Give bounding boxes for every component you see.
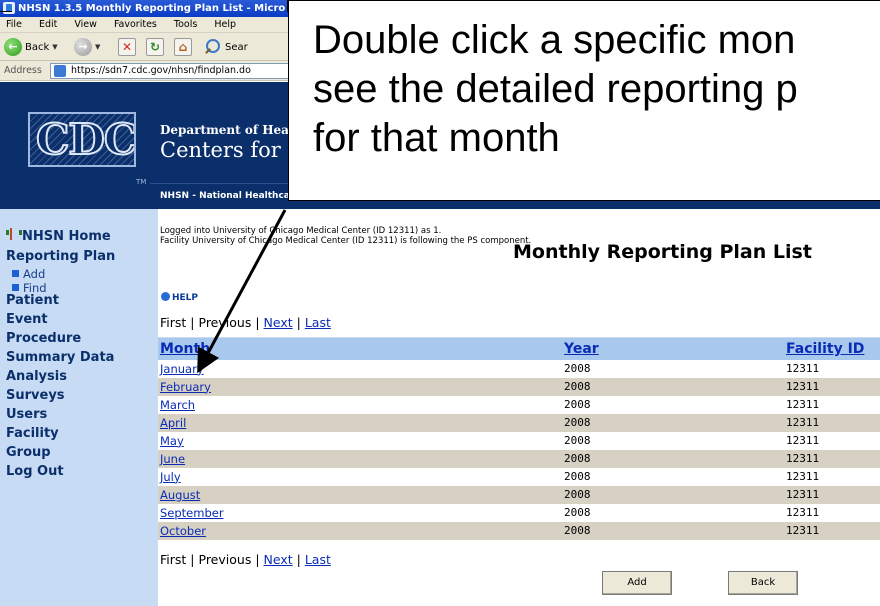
back-page-button[interactable]: Back	[728, 571, 798, 595]
table-row[interactable]: March 2008 12311	[158, 396, 880, 414]
help-link[interactable]: HELP	[161, 292, 198, 303]
sidebar-item-home[interactable]: NHSN Home	[6, 228, 111, 244]
add-button[interactable]: Add	[602, 571, 672, 595]
month-link[interactable]: July	[158, 468, 562, 486]
column-month[interactable]: Month	[158, 337, 562, 360]
address-label: Address	[4, 65, 42, 76]
pager-first: First	[160, 552, 187, 567]
menu-favorites[interactable]: Favorites	[114, 19, 157, 30]
chevron-down-icon: ▼	[95, 43, 101, 51]
callout-line-1: Double click a specific mon	[313, 18, 796, 62]
pager-previous: Previous	[198, 315, 252, 330]
month-link[interactable]: April	[158, 413, 562, 432]
menu-tools[interactable]: Tools	[174, 19, 197, 30]
plan-table: Month Year Facility ID January 2008 12311 …	[158, 337, 880, 540]
callout-line-2: see the detailed reporting p	[313, 67, 798, 111]
sidebar-subitem-add[interactable]: Add	[12, 267, 45, 281]
search-button[interactable]: Sear	[204, 38, 248, 56]
window-title: NHSN 1.3.5 Monthly Reporting Plan List -…	[18, 3, 286, 14]
sidebar-item-facility[interactable]: Facility	[6, 426, 59, 441]
month-link[interactable]: August	[158, 485, 562, 504]
month-link[interactable]: February	[158, 377, 562, 396]
forward-arrow-icon	[74, 38, 92, 56]
address-url: https://sdn7.cdc.gov/nhsn/findplan.do	[71, 65, 251, 76]
month-link[interactable]: January	[158, 360, 562, 378]
column-facility-id[interactable]: Facility ID	[784, 337, 880, 360]
page-title: Monthly Reporting Plan List	[513, 241, 812, 263]
pager-first: First	[160, 315, 187, 330]
menu-edit[interactable]: Edit	[39, 19, 57, 30]
month-link[interactable]: May	[158, 432, 562, 450]
table-row[interactable]: February 2008 12311	[158, 377, 880, 396]
pager-last[interactable]: Last	[305, 552, 331, 567]
instruction-callout: Double click a specific mon see the deta…	[288, 0, 880, 201]
pager-bottom: First | Previous | Next | Last	[160, 552, 331, 567]
table-row[interactable]: October 2008 12311	[158, 521, 880, 540]
main-content: Logged into University of Chicago Medica…	[158, 209, 880, 606]
sidebar-item-analysis[interactable]: Analysis	[6, 369, 67, 384]
month-link[interactable]: June	[158, 449, 562, 468]
table-row[interactable]: August 2008 12311	[158, 485, 880, 504]
sidebar-item-group[interactable]: Group	[6, 445, 51, 460]
chevron-down-icon: ▼	[52, 43, 58, 51]
month-link[interactable]: March	[158, 396, 562, 414]
column-year[interactable]: Year	[562, 337, 784, 360]
pager-last[interactable]: Last	[305, 315, 331, 330]
bullet-icon	[12, 284, 19, 291]
sidebar-item-users[interactable]: Users	[6, 407, 47, 422]
login-info: Logged into University of Chicago Medica…	[160, 226, 532, 246]
sidebar-item-summary-data[interactable]: Summary Data	[6, 350, 114, 365]
pager-previous: Previous	[198, 552, 252, 567]
caduceus-icon	[6, 228, 22, 240]
sidebar-item-procedure[interactable]: Procedure	[6, 331, 81, 346]
table-row[interactable]: July 2008 12311	[158, 468, 880, 486]
sidebar-item-patient[interactable]: Patient	[6, 293, 59, 308]
search-icon	[204, 38, 222, 56]
menu-help[interactable]: Help	[214, 19, 236, 30]
pager-next[interactable]: Next	[264, 315, 293, 330]
help-icon	[161, 292, 170, 301]
back-arrow-icon	[4, 38, 22, 56]
menu-file[interactable]: File	[6, 19, 22, 30]
pager-top: First | Previous | Next | Last	[160, 315, 331, 330]
sidebar-item-log-out[interactable]: Log Out	[6, 464, 64, 479]
pager-next[interactable]: Next	[264, 552, 293, 567]
ie-icon	[3, 2, 15, 14]
cdc-logo: CDC	[28, 112, 136, 167]
month-link[interactable]: October	[158, 521, 562, 540]
table-row[interactable]: June 2008 12311	[158, 449, 880, 468]
back-button[interactable]: Back ▼	[4, 38, 58, 56]
sidebar-item-surveys[interactable]: Surveys	[6, 388, 65, 403]
home-icon[interactable]: ⌂	[174, 38, 192, 56]
refresh-icon[interactable]: ↻	[146, 38, 164, 56]
table-row[interactable]: May 2008 12311	[158, 432, 880, 450]
menu-view[interactable]: View	[74, 19, 97, 30]
callout-line-3: for that month	[313, 116, 560, 160]
bullet-icon	[12, 270, 19, 277]
sidebar-item-event[interactable]: Event	[6, 312, 48, 327]
month-link[interactable]: September	[158, 504, 562, 522]
forward-button[interactable]: ▼	[74, 38, 100, 56]
centers-text: Centers for D	[160, 138, 305, 162]
table-row[interactable]: April 2008 12311	[158, 413, 880, 432]
table-row[interactable]: September 2008 12311	[158, 504, 880, 522]
stop-icon[interactable]: ✕	[118, 38, 136, 56]
sidebar: NHSN Home Reporting Plan Add Find Patien…	[0, 209, 158, 606]
department-text: Department of Health	[160, 123, 308, 137]
page-icon	[54, 65, 66, 77]
table-row[interactable]: January 2008 12311	[158, 360, 880, 378]
sidebar-item-reporting-plan[interactable]: Reporting Plan	[6, 249, 115, 264]
